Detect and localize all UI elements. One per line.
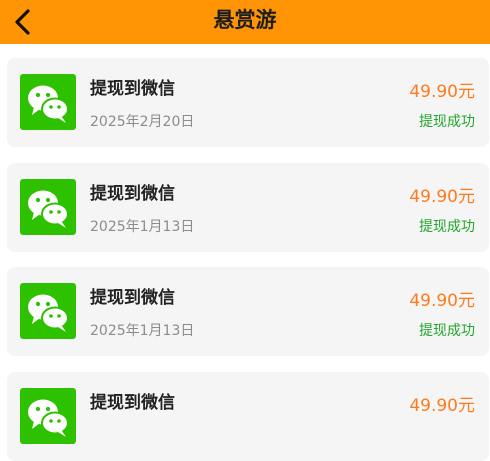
- app-header: 悬赏游: [0, 0, 490, 44]
- record-status: 提现成功: [419, 114, 475, 130]
- wechat-icon: [20, 74, 76, 130]
- record-amount: 49.90元: [409, 187, 475, 207]
- withdrawal-record-item[interactable]: 提现到微信 2025年1月13日 49.90元 提现成功: [7, 267, 489, 356]
- wechat-icon: [20, 179, 76, 235]
- record-status: 提现成功: [419, 219, 475, 235]
- wechat-icon: [20, 388, 76, 444]
- withdrawal-record-item[interactable]: 提现到微信 2025年1月13日 49.90元 提现成功: [7, 163, 489, 252]
- record-status: 提现成功: [419, 323, 475, 339]
- record-amount: 49.90元: [409, 291, 475, 311]
- record-date: 2025年2月20日: [90, 114, 195, 130]
- record-title: 提现到微信: [90, 184, 175, 204]
- record-amount: 49.90元: [409, 82, 475, 102]
- record-amount: 49.90元: [409, 396, 475, 416]
- record-date: 2025年1月13日: [90, 323, 195, 339]
- page-title: 悬赏游: [213, 8, 277, 32]
- record-title: 提现到微信: [90, 393, 175, 413]
- wechat-icon: [20, 283, 76, 339]
- withdrawal-record-item[interactable]: 提现到微信 2025年2月20日 49.90元 提现成功: [7, 58, 489, 147]
- record-date: 2025年1月13日: [90, 219, 195, 235]
- record-title: 提现到微信: [90, 79, 175, 99]
- record-title: 提现到微信: [90, 288, 175, 308]
